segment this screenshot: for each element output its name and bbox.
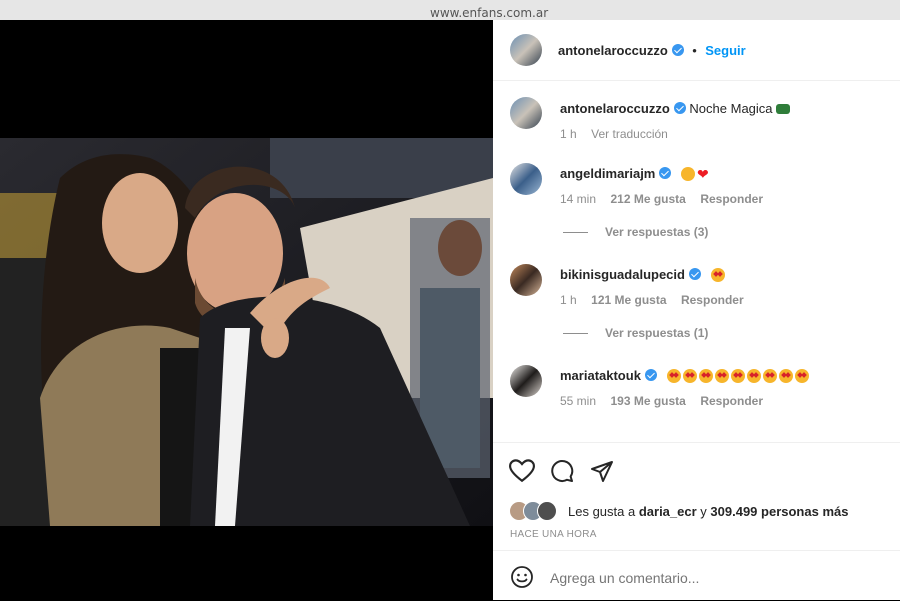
- dot-separator: •: [692, 43, 697, 58]
- caption-emoji-icon: [776, 104, 791, 114]
- likes-prefix: Les gusta a: [568, 504, 636, 519]
- star-eyes-emoji-icon: [710, 268, 725, 282]
- photo-illustration: [0, 138, 493, 526]
- comment-likes[interactable]: 121 Me gusta: [591, 293, 666, 307]
- top-strip: www.enfans.com.ar: [0, 0, 900, 20]
- comment-text-line: mariataktouk: [560, 368, 811, 383]
- translate-link[interactable]: Ver traducción: [591, 127, 668, 141]
- star-eyes-emoji-row: [666, 368, 811, 383]
- likers-avatars[interactable]: [509, 501, 561, 521]
- comment-icon[interactable]: [550, 459, 574, 483]
- caption-username[interactable]: antonelaroccuzzo: [560, 101, 670, 116]
- reply-button[interactable]: Responder: [700, 394, 763, 408]
- comment-username[interactable]: mariataktouk: [560, 368, 641, 383]
- heart-icon[interactable]: [509, 459, 535, 483]
- header-line: antonelaroccuzzo • Seguir: [558, 42, 746, 60]
- comment-text-line: angeldimariajm ❤: [560, 166, 709, 183]
- watermark: www.enfans.com.ar: [430, 6, 549, 20]
- comment-meta: 55 min 193 Me gusta Responder: [560, 392, 763, 410]
- caption-avatar[interactable]: [510, 97, 542, 129]
- commenter-avatar[interactable]: [510, 264, 542, 296]
- caption-text-line: antonelaroccuzzo Noche Magica: [560, 101, 791, 116]
- likes-middle: y: [700, 504, 707, 519]
- reply-button[interactable]: Responder: [681, 293, 744, 307]
- likes-count[interactable]: 309.499 personas más: [710, 504, 848, 519]
- post-header: antonelaroccuzzo • Seguir: [493, 20, 900, 81]
- comment-input[interactable]: [548, 565, 882, 591]
- comment-time: 14 min: [560, 192, 597, 206]
- caption-meta: 1 h Ver traducción: [560, 125, 668, 143]
- replies-line: [563, 333, 588, 334]
- comment-username[interactable]: bikinisguadalupecid: [560, 267, 685, 282]
- comment-likes[interactable]: 193 Me gusta: [610, 394, 685, 408]
- author-avatar[interactable]: [510, 34, 542, 66]
- commenter-avatar[interactable]: [510, 365, 542, 397]
- verified-badge-icon: [673, 102, 686, 114]
- view-replies-button[interactable]: Ver respuestas (3): [605, 225, 708, 239]
- comment-meta: 14 min 212 Me gusta Responder: [560, 190, 763, 208]
- heart-emoji-icon: ❤: [697, 166, 709, 182]
- comment-time: 55 min: [560, 394, 597, 408]
- comments-panel: antonelaroccuzzo • Seguir antonelaroccuz…: [493, 20, 900, 600]
- follow-button[interactable]: Seguir: [705, 43, 745, 58]
- likes-summary: Les gusta a daria_ecr y 309.499 personas…: [568, 504, 848, 519]
- share-icon[interactable]: [590, 459, 614, 483]
- verified-badge-icon: [644, 369, 657, 381]
- verified-badge-icon: [688, 268, 701, 280]
- add-comment-bar: [493, 550, 900, 601]
- post-timestamp: HACE UNA HORA: [510, 529, 597, 540]
- commenter-avatar[interactable]: [510, 163, 542, 195]
- comment-username[interactable]: angeldimariajm: [560, 166, 655, 181]
- caption-time: 1 h: [560, 127, 577, 141]
- author-username[interactable]: antonelaroccuzzo: [558, 43, 668, 58]
- comment-text-line: bikinisguadalupecid: [560, 267, 727, 282]
- replies-line: [563, 232, 588, 233]
- clap-emoji-icon: [681, 167, 695, 181]
- view-replies-button[interactable]: Ver respuestas (1): [605, 326, 708, 340]
- media-area: [0, 20, 493, 600]
- post-photo[interactable]: [0, 138, 493, 526]
- emoji-icon[interactable]: [510, 565, 534, 589]
- verified-badge-icon: [671, 44, 684, 56]
- caption-text: Noche Magica: [689, 101, 773, 116]
- comment-time: 1 h: [560, 293, 577, 307]
- reply-button[interactable]: Responder: [700, 192, 763, 206]
- comment-likes[interactable]: 212 Me gusta: [610, 192, 685, 206]
- comment-meta: 1 h 121 Me gusta Responder: [560, 291, 744, 309]
- verified-badge-icon: [659, 167, 672, 179]
- post-actions: Les gusta a daria_ecr y 309.499 personas…: [493, 442, 900, 553]
- liker-username[interactable]: daria_ecr: [639, 504, 697, 519]
